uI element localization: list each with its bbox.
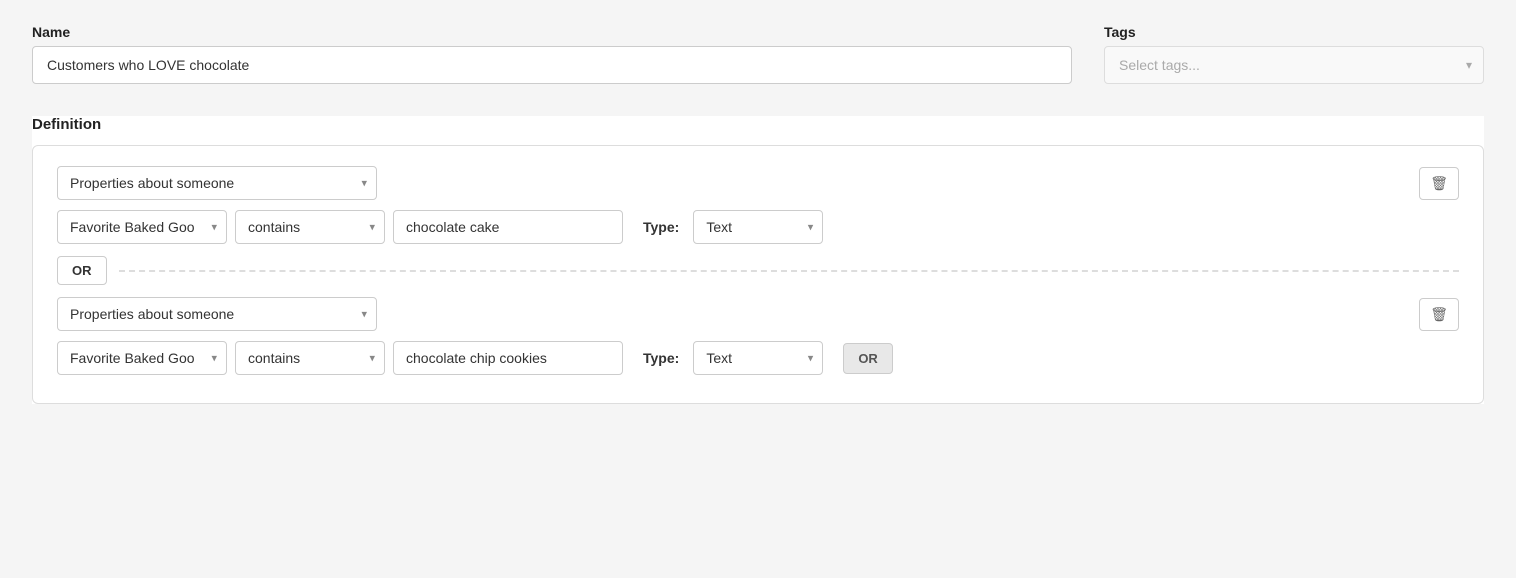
condition2-operator-select[interactable]: contains [235, 341, 385, 375]
condition1-type-select[interactable]: Text [693, 210, 823, 244]
condition2-value-input[interactable] [393, 341, 623, 375]
condition2-trash-icon: 🗑 [1430, 306, 1448, 323]
definition-box: Properties about someone ▾ 🗑 Favorite Ba… [32, 145, 1484, 404]
condition1-value-input[interactable] [393, 210, 623, 244]
name-label: Name [32, 24, 1072, 40]
name-input[interactable] [32, 46, 1072, 84]
or-end-button[interactable]: OR [843, 343, 893, 374]
condition2-field-select[interactable]: Favorite Baked Good(s) [57, 341, 227, 375]
condition1-field-select[interactable]: Favorite Baked Good(s) [57, 210, 227, 244]
condition-block-2: Properties about someone ▾ 🗑 Favorite Ba… [57, 297, 1459, 375]
condition1-operator-select[interactable]: contains [235, 210, 385, 244]
tags-label: Tags [1104, 24, 1484, 40]
or-button[interactable]: OR [57, 256, 107, 285]
or-line [119, 270, 1460, 272]
definition-title: Definition [32, 116, 1484, 133]
condition2-type-label: Type: [643, 350, 679, 366]
condition1-type-label: Type: [643, 219, 679, 235]
condition-block-1: Properties about someone ▾ 🗑 Favorite Ba… [57, 166, 1459, 244]
tags-select[interactable]: Select tags... [1104, 46, 1484, 84]
condition2-properties-select[interactable]: Properties about someone [57, 297, 377, 331]
condition2-delete-button[interactable]: 🗑 [1419, 298, 1459, 331]
condition2-type-select[interactable]: Text [693, 341, 823, 375]
condition1-properties-select[interactable]: Properties about someone [57, 166, 377, 200]
condition1-delete-button[interactable]: 🗑 [1419, 167, 1459, 200]
condition1-trash-icon: 🗑 [1430, 175, 1448, 192]
or-separator: OR [57, 256, 1459, 285]
